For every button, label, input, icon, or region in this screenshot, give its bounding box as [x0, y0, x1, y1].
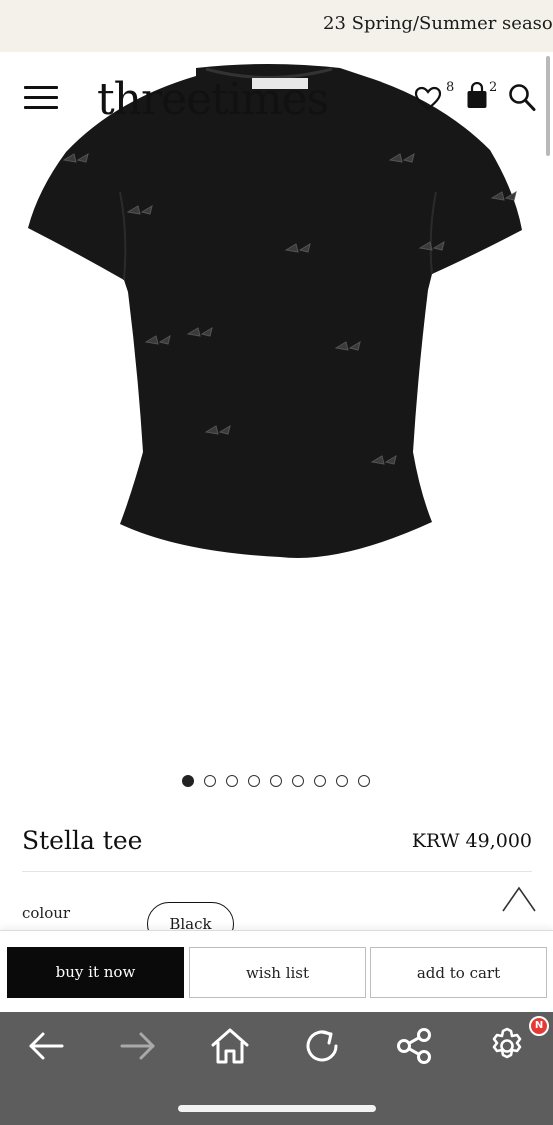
search-icon[interactable] [508, 83, 536, 113]
home-indicator[interactable] [178, 1105, 376, 1112]
wish-list-button[interactable]: wish list [189, 947, 366, 998]
announcement-bar: 23 Spring/Summer season c [0, 0, 553, 52]
menu-icon[interactable] [24, 86, 58, 112]
product-image-area[interactable] [0, 52, 553, 762]
carousel-dot[interactable] [270, 775, 282, 787]
scroll-to-top-icon[interactable] [500, 884, 538, 914]
shopping-bag-icon[interactable] [466, 82, 488, 110]
product-image-tee [28, 64, 522, 558]
carousel-dot[interactable] [226, 775, 238, 787]
purchase-action-bar: buy it now wish list add to cart [0, 930, 553, 1012]
carousel-dot[interactable] [358, 775, 370, 787]
share-icon[interactable] [394, 1026, 434, 1066]
cart-count: 2 [489, 80, 498, 95]
announcement-text: 23 Spring/Summer season c [323, 13, 553, 34]
settings-icon[interactable] [487, 1026, 527, 1066]
carousel-dot[interactable] [182, 775, 194, 787]
colour-label: colour [22, 904, 71, 922]
brand-logo[interactable]: threetimes [97, 74, 329, 125]
site-header: threetimes 8 2 [0, 70, 553, 130]
refresh-icon[interactable] [302, 1026, 342, 1066]
product-name: Stella tee [22, 826, 143, 855]
product-title-row: Stella tee KRW 49,000 [22, 826, 532, 862]
home-icon[interactable] [210, 1026, 250, 1066]
add-to-cart-button[interactable]: add to cart [370, 947, 547, 998]
notification-badge: N [529, 1016, 549, 1036]
carousel-dot[interactable] [248, 775, 260, 787]
back-arrow-icon[interactable] [26, 1026, 66, 1066]
buy-now-button[interactable]: buy it now [7, 947, 184, 998]
carousel-dot[interactable] [292, 775, 304, 787]
product-price: KRW 49,000 [411, 830, 532, 852]
carousel-dot[interactable] [204, 775, 216, 787]
heart-icon[interactable] [414, 86, 442, 112]
forward-arrow-icon[interactable] [118, 1026, 158, 1066]
carousel-pagination [182, 775, 370, 787]
carousel-dot[interactable] [336, 775, 348, 787]
divider [22, 871, 532, 872]
carousel-dot[interactable] [314, 775, 326, 787]
wishlist-count: 8 [446, 80, 455, 95]
